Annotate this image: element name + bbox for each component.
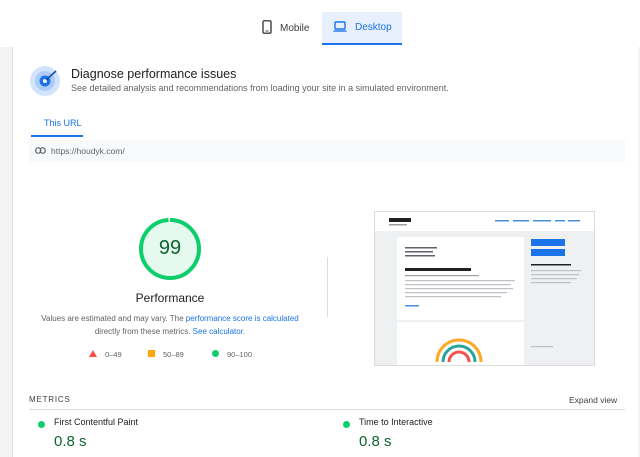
expand-view-button[interactable]: Expand view	[569, 395, 617, 405]
triangle-icon	[89, 350, 97, 359]
metric-name: Time to Interactive	[359, 417, 433, 427]
note-text-3: .	[242, 327, 246, 336]
performance-label: Performance	[135, 291, 205, 305]
note-text-1: Values are estimated and may vary. The	[41, 314, 186, 323]
performance-score: 99	[158, 237, 182, 259]
square-icon	[148, 350, 155, 359]
legend-poor-label: 0–49	[105, 350, 122, 359]
tab-underline	[31, 135, 83, 137]
good-dot-icon	[343, 421, 350, 428]
tab-desktop[interactable]: Desktop	[322, 12, 402, 45]
link-icon	[35, 146, 46, 156]
page-screenshot-image	[375, 212, 594, 365]
diagnose-title: Diagnose performance issues	[71, 67, 237, 81]
legend-good-label: 90–100	[227, 350, 253, 359]
page-screenshot	[374, 211, 595, 366]
divider	[327, 257, 328, 317]
diagnose-subtitle: See detailed analysis and recommendation…	[71, 83, 449, 93]
legend-good: 90–100	[212, 350, 252, 359]
metric-value: 0.8 s	[54, 433, 87, 450]
metric-name: First Contentful Paint	[54, 417, 139, 427]
tested-url: https://houdyk.com/	[51, 146, 125, 156]
legend-average-label: 50–89	[163, 350, 184, 359]
report-card: Diagnose performance issues See detailed…	[12, 47, 638, 457]
circle-icon	[212, 350, 219, 359]
url-row: https://houdyk.com/	[29, 140, 625, 162]
metrics-divider	[29, 409, 625, 410]
legend-poor: 0–49	[89, 350, 122, 359]
performance-score-link[interactable]: performance score is calculated	[186, 314, 299, 323]
good-dot-icon	[38, 421, 45, 428]
legend-average: 50–89	[148, 350, 184, 359]
note-text-2: directly from these metrics.	[94, 327, 193, 336]
tab-desktop-label: Desktop	[355, 22, 392, 33]
performance-note: Values are estimated and may vary. The p…	[35, 312, 305, 338]
tab-mobile-label: Mobile	[280, 23, 310, 34]
top-bar: Mobile Desktop	[0, 0, 640, 47]
metrics-header: METRICS	[29, 395, 71, 404]
lab-data-icon	[30, 66, 60, 96]
tab-this-url[interactable]: This URL	[44, 118, 82, 128]
see-calculator-link[interactable]: See calculator	[193, 327, 243, 336]
phone-icon	[262, 20, 272, 37]
tab-mobile[interactable]: Mobile	[262, 12, 322, 45]
metric-value: 0.8 s	[359, 433, 392, 450]
laptop-icon	[333, 20, 347, 35]
